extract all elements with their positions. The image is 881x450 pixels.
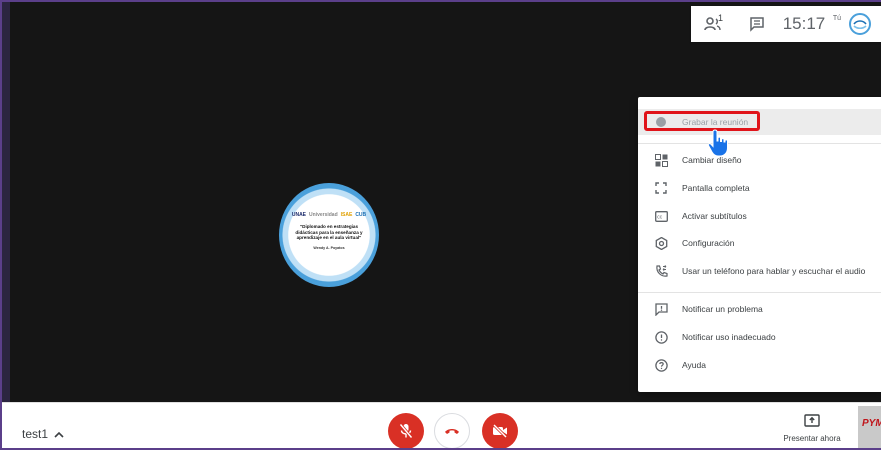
hand-cursor-icon <box>707 129 728 157</box>
menu-divider <box>638 292 881 293</box>
participants-button[interactable]: 1 <box>691 6 735 42</box>
me-label: Tú <box>832 14 842 22</box>
camera-off-icon <box>492 424 508 438</box>
clock: 15:17 <box>782 14 826 33</box>
menu-item-label: Notificar un problema <box>682 304 763 314</box>
brand-text: PYM <box>862 418 881 429</box>
menu-item-captions[interactable]: cc Activar subtítulos <box>638 203 881 229</box>
record-highlight-box <box>644 111 760 131</box>
left-edge <box>2 2 10 402</box>
captions-icon: cc <box>654 209 668 223</box>
menu-item-report-problem[interactable]: Notificar un problema <box>638 296 881 322</box>
participant-logo: UNAE Universidad ISAE CUB "Diplomado en … <box>279 183 379 287</box>
feedback-icon <box>654 302 668 316</box>
chat-icon <box>750 17 764 32</box>
logo-orgs: UNAE Universidad ISAE CUB <box>292 212 366 218</box>
menu-divider <box>638 143 881 144</box>
menu-item-label: Pantalla completa <box>682 183 750 193</box>
logo-org-1: UNAE <box>291 211 307 218</box>
phone-icon <box>654 264 668 278</box>
menu-item-fullscreen[interactable]: Pantalla completa <box>638 175 881 201</box>
mic-toggle-button[interactable] <box>388 413 424 448</box>
menu-item-label: Notificar uso inadecuado <box>682 332 776 342</box>
svg-text:cc: cc <box>657 214 663 220</box>
logo-title: "Diplomado en estrategias didácticas par… <box>295 223 363 241</box>
menu-item-settings[interactable]: Configuración <box>638 230 881 256</box>
meeting-details-button[interactable]: test1 <box>22 427 64 441</box>
menu-item-label: Activar subtítulos <box>682 211 747 221</box>
menu-item-label: Configuración <box>682 238 735 248</box>
mic-off-icon <box>399 423 413 439</box>
menu-item-use-phone[interactable]: Usar un teléfono para hablar y escuchar … <box>638 258 881 284</box>
top-bar: 1 15:17 Tú <box>691 6 881 42</box>
participants-count: 1 <box>718 13 724 23</box>
meet-window: 1 15:17 Tú UNAE Universidad ISAE CUB "Di… <box>0 0 881 450</box>
fullscreen-icon <box>654 181 668 195</box>
layout-icon <box>654 153 668 167</box>
brand-logo: PYM <box>858 406 881 448</box>
logo-org-4: CUB <box>355 211 367 218</box>
present-now-button[interactable]: Presentar ahora <box>772 414 852 443</box>
avatar-icon <box>849 13 871 35</box>
leave-call-button[interactable] <box>434 413 470 448</box>
chevron-up-icon <box>54 431 64 438</box>
avatar[interactable] <box>845 6 875 42</box>
meeting-name: test1 <box>22 427 49 441</box>
options-menu: Grabar la reunión Cambiar diseño Pantall… <box>638 97 881 392</box>
logo-org-3: ISAE <box>340 211 353 218</box>
logo-signature: Wendy A. Poyatos <box>313 246 345 251</box>
camera-toggle-button[interactable] <box>482 413 518 448</box>
menu-item-change-layout[interactable]: Cambiar diseño <box>638 147 881 173</box>
help-icon <box>654 358 668 372</box>
present-now-label: Presentar ahora <box>783 434 841 443</box>
chat-button[interactable] <box>735 6 779 42</box>
menu-item-report-abuse[interactable]: Notificar uso inadecuado <box>638 324 881 350</box>
info-icon <box>654 330 668 344</box>
menu-item-help[interactable]: Ayuda <box>638 352 881 378</box>
logo-org-2: Universidad <box>309 211 338 218</box>
menu-item-label: Ayuda <box>682 360 706 370</box>
gear-icon <box>654 236 668 250</box>
hang-up-icon <box>445 429 459 434</box>
present-screen-icon <box>804 414 820 427</box>
menu-item-label: Usar un teléfono para hablar y escuchar … <box>682 266 866 276</box>
